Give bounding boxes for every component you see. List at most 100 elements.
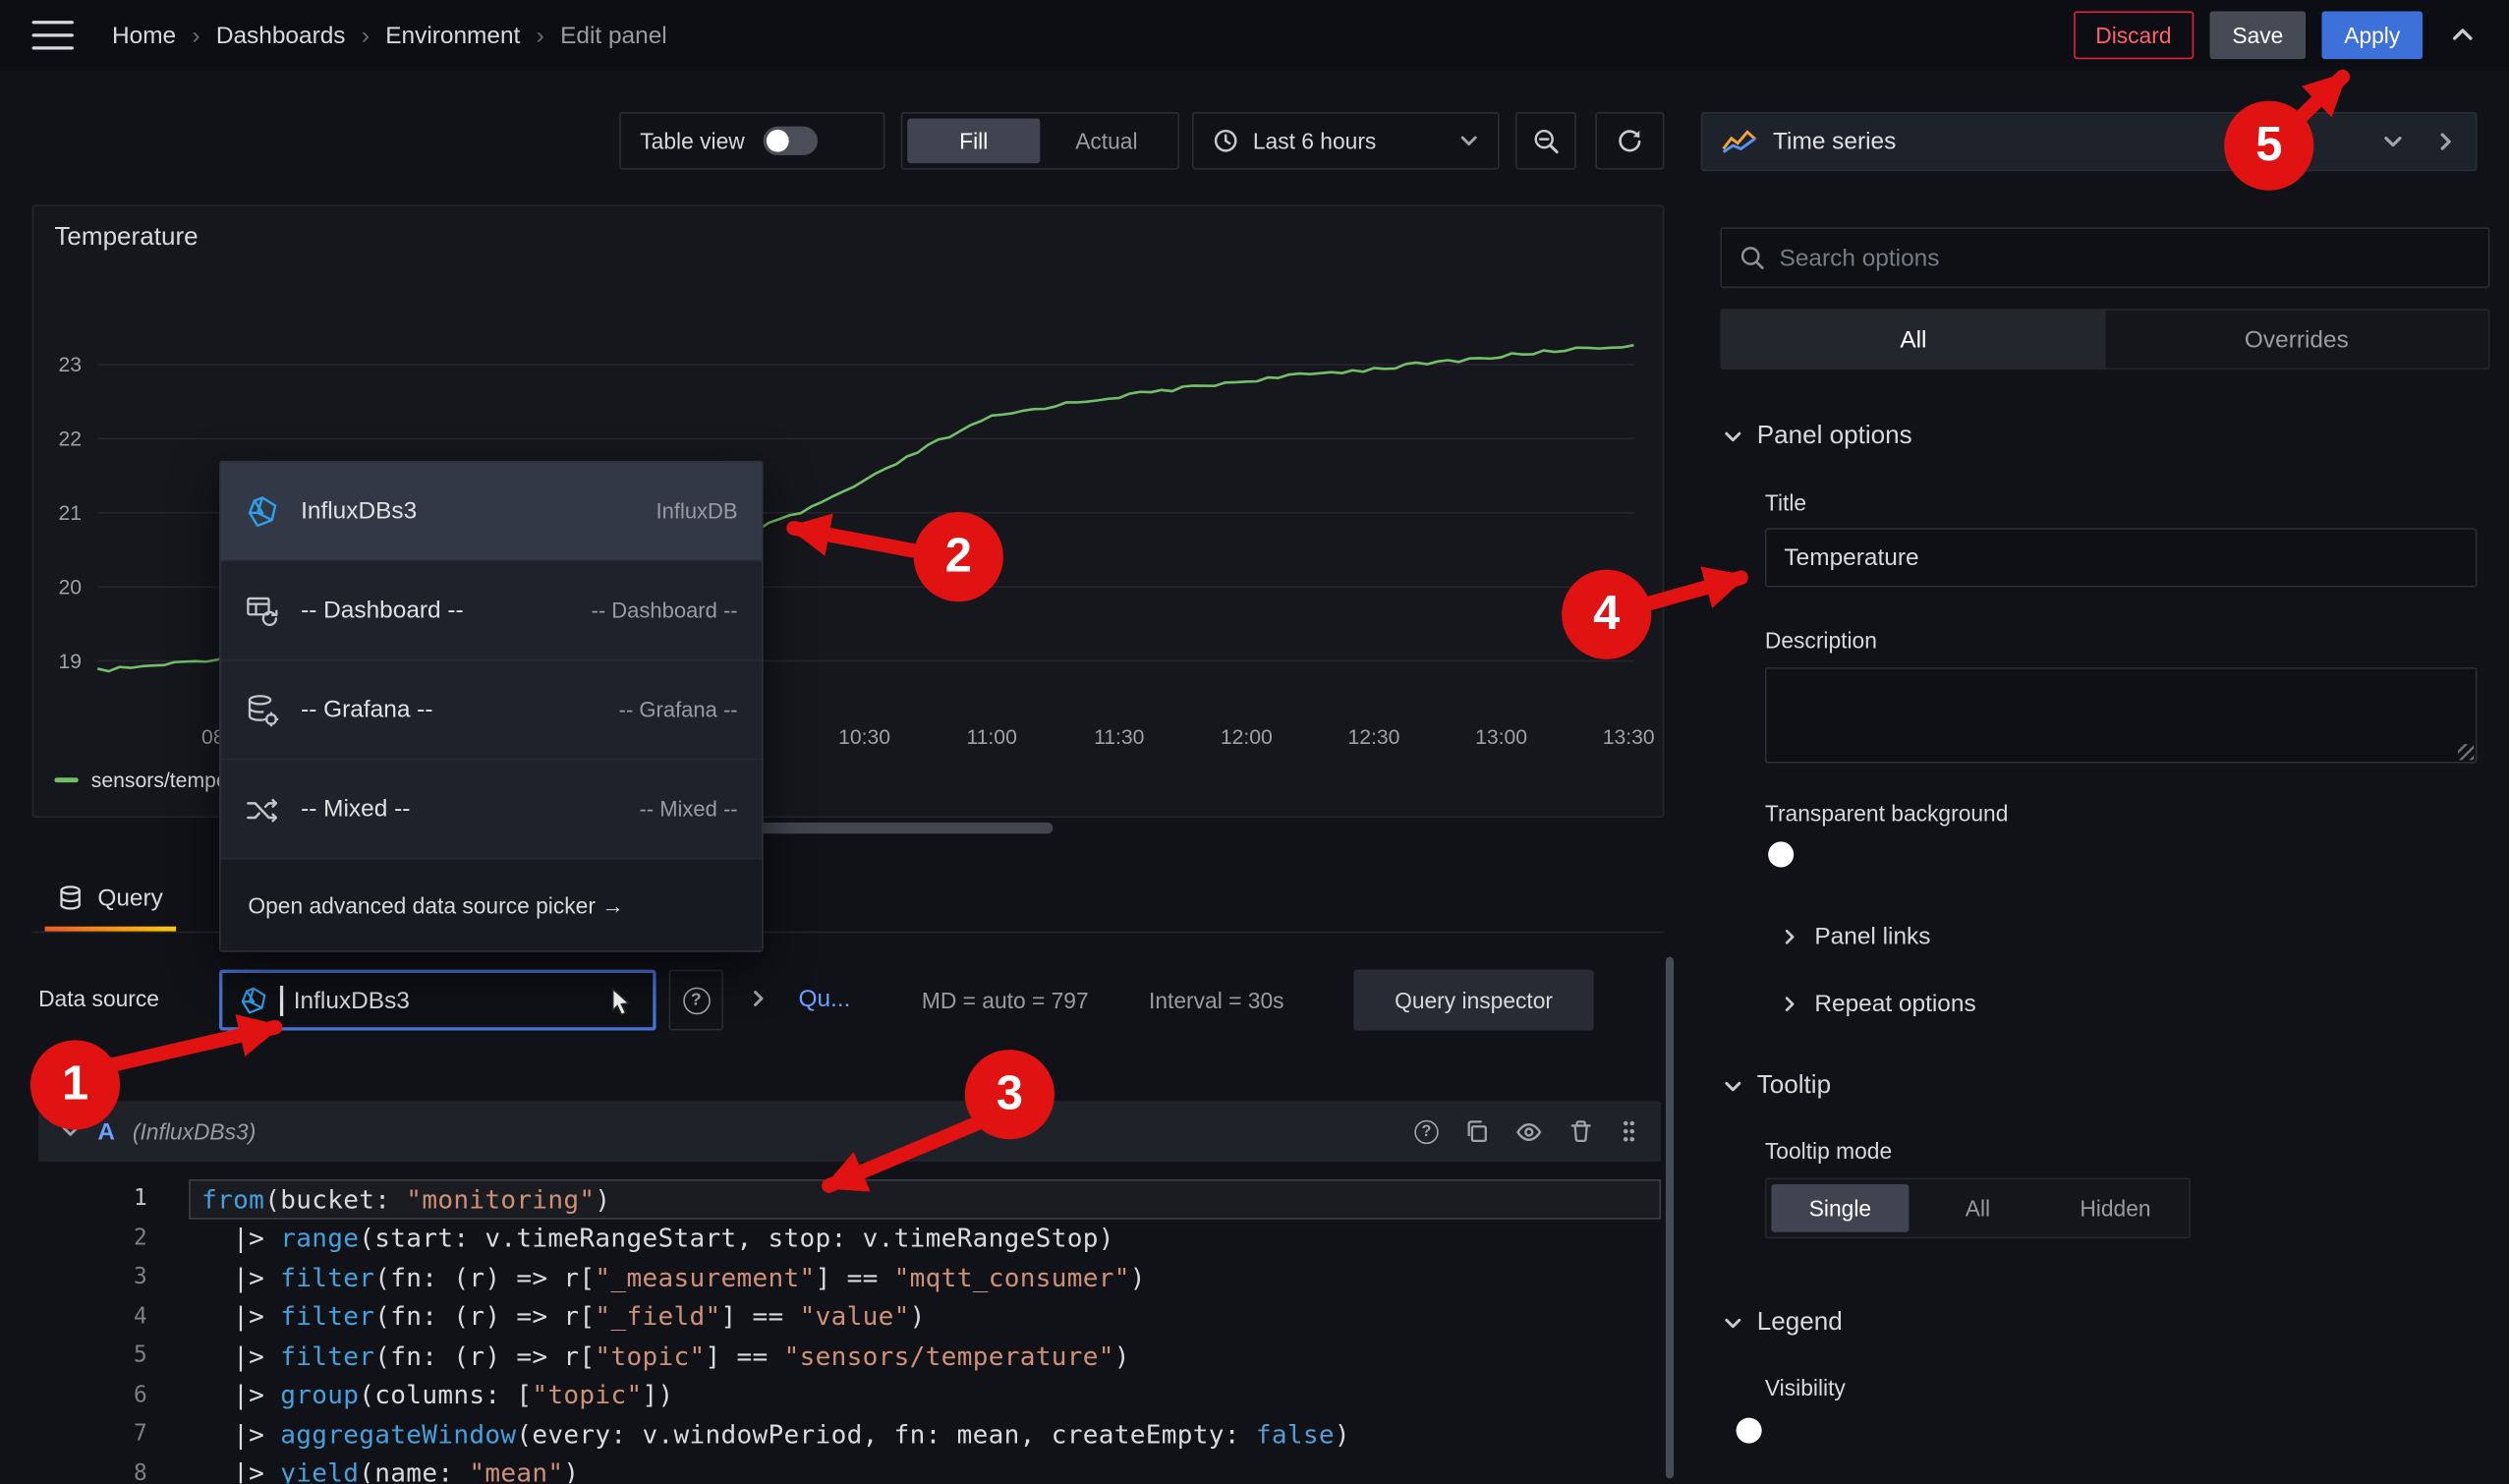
actual-option[interactable]: Actual	[1040, 118, 1172, 163]
flux-query-editor[interactable]: 1from(bucket: "monitoring")2 |> range(st…	[38, 1179, 1661, 1483]
code-line[interactable]: 2 |> range(start: v.timeRangeStart, stop…	[38, 1219, 1661, 1258]
breadcrumb-separator: ›	[362, 22, 370, 49]
toggle-knob	[1768, 841, 1794, 867]
code-line[interactable]: 3 |> filter(fn: (r) => r["_measurement"]…	[38, 1258, 1661, 1297]
code-line[interactable]: 4 |> filter(fn: (r) => r["_field"] == "v…	[38, 1297, 1661, 1337]
zoom-out-button[interactable]	[1515, 112, 1576, 170]
code-editor-lines: 1from(bucket: "monitoring")2 |> range(st…	[38, 1179, 1661, 1483]
search-options-input[interactable]	[1780, 244, 2471, 271]
influxdb-logo-icon	[245, 493, 280, 529]
discard-button[interactable]: Discard	[2073, 11, 2194, 59]
section-legend[interactable]: Legend	[1724, 1309, 1843, 1338]
pane-collapse-icon[interactable]	[2435, 132, 2456, 152]
tab-all[interactable]: All	[1722, 311, 2105, 369]
datasource-option-mixed[interactable]: -- Mixed -- -- Mixed --	[221, 760, 762, 859]
svg-text:19: 19	[58, 651, 82, 673]
collapse-chevron-icon[interactable]	[61, 1121, 81, 1141]
tooltip-mode-all[interactable]: All	[1909, 1184, 2046, 1232]
refresh-button[interactable]	[1595, 112, 1664, 170]
search-icon	[1739, 245, 1765, 270]
description-field-label: Description	[1765, 627, 1877, 653]
fill-actual-switch: Fill Actual	[901, 112, 1179, 170]
breadcrumb-home[interactable]: Home	[112, 22, 176, 49]
breadcrumb-separator: ›	[537, 22, 544, 49]
svg-text:12:30: 12:30	[1347, 726, 1399, 749]
datasource-option-name: InfluxDBs3	[301, 497, 635, 525]
svg-text:10:30: 10:30	[838, 726, 890, 749]
code-line[interactable]: 8 |> yield(name: "mean")	[38, 1454, 1661, 1483]
mixed-datasource-icon	[245, 791, 280, 827]
code-line[interactable]: 7 |> aggregateWindow(every: v.windowPeri…	[38, 1414, 1661, 1454]
line-number: 6	[38, 1382, 189, 1407]
apply-button[interactable]: Apply	[2321, 11, 2423, 59]
time-range-picker[interactable]: Last 6 hours	[1192, 112, 1500, 170]
panel-title-input[interactable]	[1765, 528, 2478, 587]
menu-icon[interactable]	[32, 21, 74, 49]
query-options-label[interactable]: Qu...	[798, 986, 850, 1013]
datasource-option-dashboard[interactable]: -- Dashboard -- -- Dashboard --	[221, 561, 762, 660]
line-number: 5	[38, 1342, 189, 1368]
time-series-viz-icon	[1722, 130, 1757, 153]
text-caret	[280, 985, 282, 1015]
code-line[interactable]: 5 |> filter(fn: (r) => r["topic"] == "se…	[38, 1337, 1661, 1376]
table-view-label: Table view	[640, 128, 744, 153]
max-data-points-summary: MD = auto = 797	[922, 988, 1089, 1013]
query-row-header[interactable]: A (InfluxDBs3) ?	[38, 1101, 1661, 1162]
section-panel-options[interactable]: Panel options	[1724, 423, 1912, 451]
collapse-options-icon[interactable]	[2438, 11, 2486, 59]
tab-query[interactable]: Query	[38, 864, 182, 931]
breadcrumb-separator: ›	[192, 22, 200, 49]
datasource-help-button[interactable]: ?	[669, 970, 723, 1031]
section-tooltip[interactable]: Tooltip	[1724, 1072, 1831, 1101]
horizontal-scrollbar[interactable]	[749, 823, 1053, 833]
vertical-scrollbar[interactable]	[1666, 957, 1674, 1479]
code-line-content: from(bucket: "monitoring")	[189, 1179, 1661, 1219]
datasource-picker-dropdown: InfluxDBs3 InfluxDB -- Dashboard -- -- D…	[219, 461, 764, 952]
tab-overrides[interactable]: Overrides	[2105, 311, 2488, 369]
viz-chevron-down-icon[interactable]	[2382, 132, 2403, 152]
line-number: 4	[38, 1304, 189, 1330]
hide-query-icon[interactable]	[1515, 1117, 1543, 1145]
svg-text:12:00: 12:00	[1221, 726, 1273, 749]
database-icon	[58, 885, 84, 910]
svg-text:11:00: 11:00	[966, 726, 1016, 749]
influxdb-logo-icon	[239, 985, 269, 1015]
duplicate-query-icon[interactable]	[1464, 1118, 1490, 1144]
open-advanced-picker-label: Open advanced data source picker →	[248, 892, 624, 918]
visualization-picker[interactable]: Time series	[1701, 112, 2478, 171]
tooltip-mode-label: Tooltip mode	[1765, 1138, 1892, 1164]
query-help-icon[interactable]: ?	[1414, 1119, 1438, 1143]
table-view-control: Table view	[619, 112, 884, 170]
tooltip-mode-single[interactable]: Single	[1771, 1184, 1909, 1232]
transparent-background-label: Transparent background	[1765, 800, 2009, 826]
datasource-option-influxdbs3[interactable]: InfluxDBs3 InfluxDB	[221, 463, 762, 562]
query-inspector-button[interactable]: Query inspector	[1353, 970, 1593, 1031]
section-title: Tooltip	[1757, 1072, 1831, 1101]
query-datasource-name: (InfluxDBs3)	[133, 1118, 256, 1144]
code-line[interactable]: 1from(bucket: "monitoring")	[38, 1179, 1661, 1219]
datasource-option-grafana[interactable]: -- Grafana -- -- Grafana --	[221, 660, 762, 760]
datasource-option-type: -- Dashboard --	[592, 599, 738, 622]
svg-text:20: 20	[58, 577, 82, 599]
drag-handle-icon[interactable]	[1620, 1118, 1639, 1144]
panel-description-textarea[interactable]	[1765, 667, 2478, 764]
svg-text:11:30: 11:30	[1094, 726, 1144, 749]
code-line-content: |> range(start: v.timeRangeStart, stop: …	[189, 1219, 1661, 1258]
options-tabs: All Overrides	[1720, 309, 2489, 370]
repeat-options-collapsible[interactable]: Repeat options	[1781, 991, 1975, 1018]
code-line-content: |> filter(fn: (r) => r["topic"] == "sens…	[189, 1337, 1661, 1376]
code-line-content: |> filter(fn: (r) => r["_measurement"] =…	[189, 1258, 1661, 1297]
save-button[interactable]: Save	[2210, 11, 2307, 59]
code-line[interactable]: 6 |> group(columns: ["topic"])	[38, 1375, 1661, 1414]
code-line-content: |> yield(name: "mean")	[189, 1454, 1661, 1483]
table-view-toggle[interactable]	[764, 127, 818, 155]
panel-links-collapsible[interactable]: Panel links	[1781, 923, 1930, 950]
tooltip-mode-hidden[interactable]: Hidden	[2046, 1184, 2184, 1232]
query-options-chevron-icon[interactable]	[749, 989, 769, 1008]
datasource-picker-input[interactable]: InfluxDBs3	[219, 970, 656, 1031]
breadcrumb-environment[interactable]: Environment	[385, 22, 520, 49]
breadcrumb-dashboards[interactable]: Dashboards	[216, 22, 346, 49]
fill-option[interactable]: Fill	[907, 118, 1040, 163]
delete-query-icon[interactable]	[1568, 1118, 1594, 1144]
open-advanced-picker-button[interactable]: Open advanced data source picker →	[221, 859, 762, 950]
